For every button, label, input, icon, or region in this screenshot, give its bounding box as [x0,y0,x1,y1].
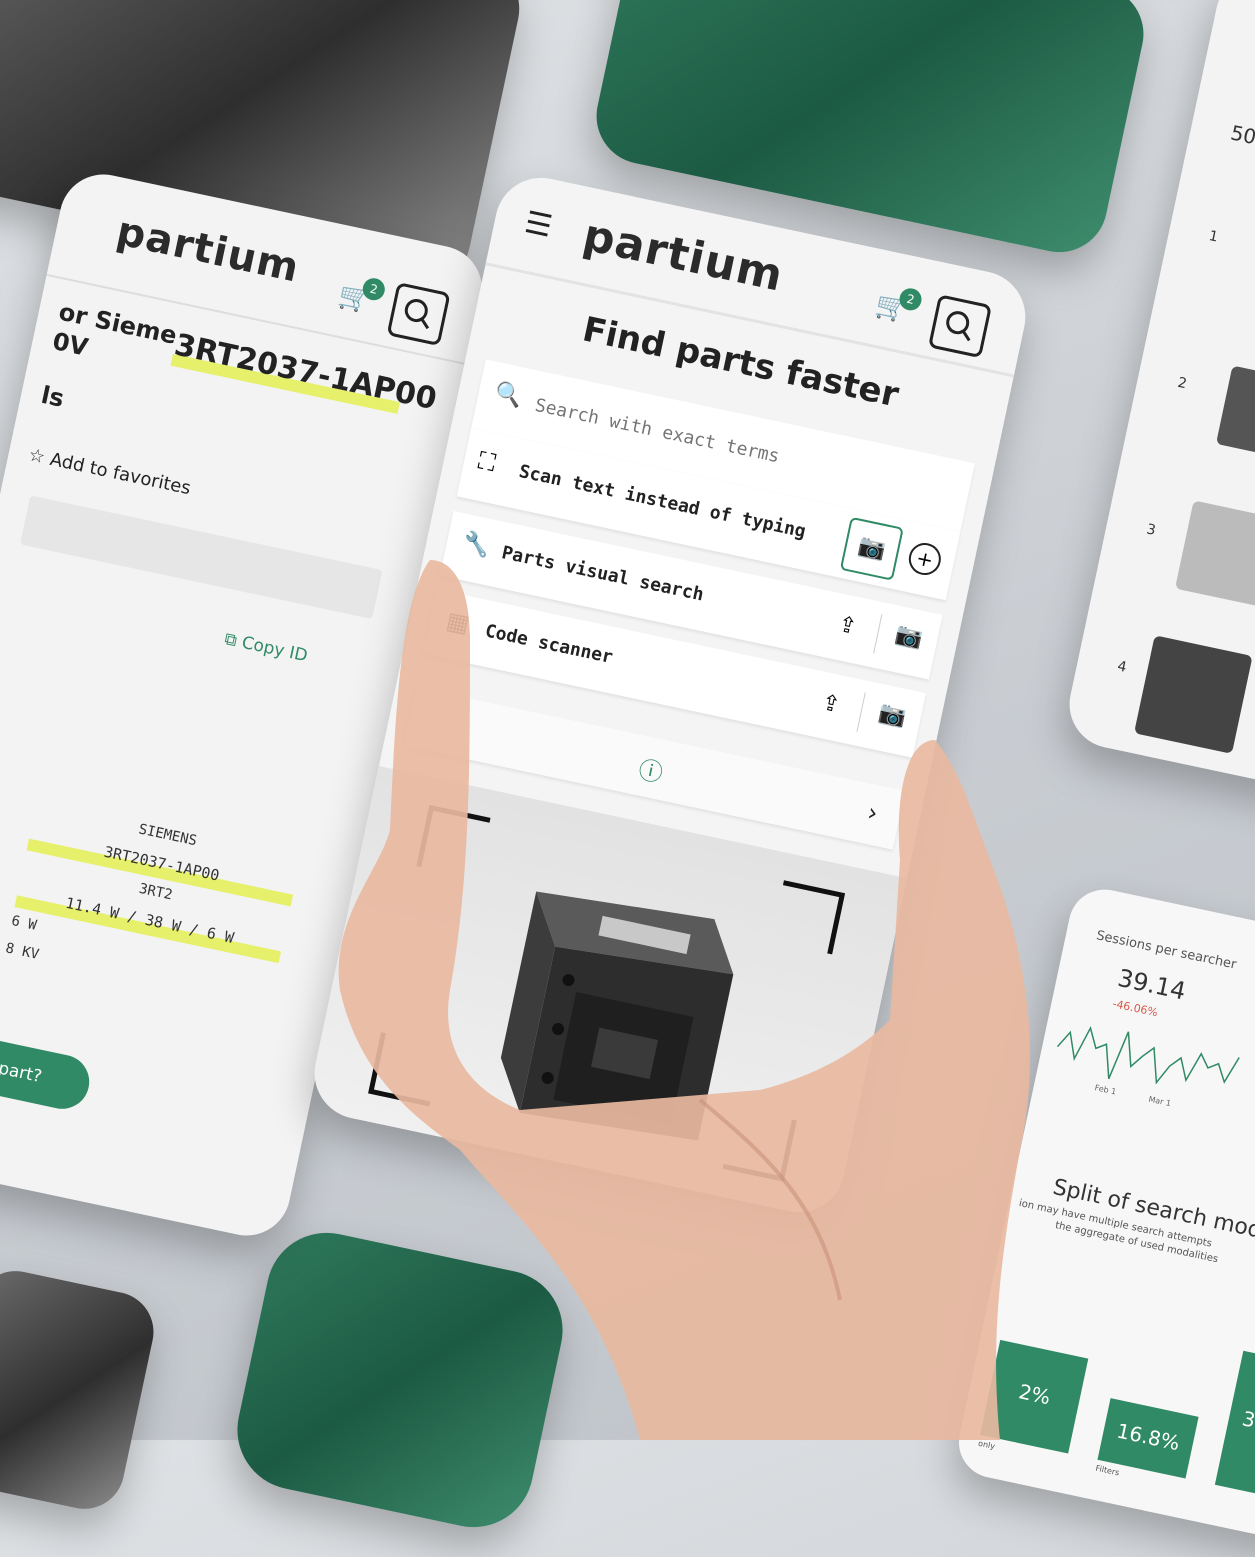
plus-icon: + [914,545,936,573]
chevron-right-icon[interactable]: › [865,798,880,827]
camera-icon[interactable]: 📷 [893,622,925,652]
rank-3: 3 [1144,521,1158,539]
analytics-dashboard: Sessions per searcher 39.14 -46.06% Feb … [952,882,1255,1557]
favorites-button[interactable]: ☆ Add to favorites [27,444,193,499]
wrench-icon: 🔧 [460,529,493,561]
result-image-4[interactable] [1133,635,1253,754]
find-part-cta-button[interactable]: d your part? [0,1019,95,1114]
sessions-change: -46.06% [1111,997,1159,1020]
rank-4: 4 [1115,658,1128,676]
product-title-line2: 0V [50,326,91,362]
magnifier-icon: 🔍 [492,380,525,411]
qr-code-icon: ▦ [443,606,472,639]
upload-icon[interactable]: ⇪ [836,612,859,640]
camera-button[interactable]: 📷 [839,516,904,581]
sessions-sparkline [1056,1026,1240,1085]
add-button[interactable]: + [905,540,944,578]
rank-2: 2 [1176,374,1189,393]
contactor-image [368,804,846,1182]
split-bar-1: 2% [980,1339,1089,1454]
split-bar-label-2: 16.8% [1114,1418,1183,1455]
upload-icon[interactable]: ⇪ [819,690,842,718]
spec-list: SIEMENS 3RT2037-1AP00 3RT2 11.4 W / 38 W… [3,794,303,1018]
camera-icon[interactable]: 📷 [876,700,908,730]
section-heading: ls [38,380,67,413]
sessions-label: Sessions per searcher [1094,928,1238,973]
camera-viewfinder[interactable] [306,766,908,1221]
brand-logo: partium [112,208,304,292]
scan-text-icon: ⛶ [475,446,499,478]
copy-id-button[interactable]: ⧉ Copy ID [223,629,310,666]
search-icon [404,299,430,330]
menu-icon[interactable]: ☰ [522,205,556,245]
split-bar-label-1: 2% [1016,1379,1053,1410]
search-button[interactable] [386,282,451,347]
results-header: 50 [1228,120,1255,150]
result-image-2[interactable] [1215,365,1255,461]
worker-photo-bottom-green [226,1221,574,1539]
info-icon: ⓘ [635,755,666,788]
sparkline-series [1056,1026,1240,1085]
camera-icon: 📷 [855,533,888,564]
code-scanner-label: Code scanner [483,620,615,669]
spark-tick-1: Feb 1 [1093,1083,1118,1097]
split-bar-3: 36.6% [1214,1350,1255,1504]
rank-1: 1 [1207,228,1220,246]
search-button[interactable] [927,294,993,359]
visual-search-label: Parts visual search [499,542,706,606]
result-image-3[interactable] [1174,500,1255,608]
search-icon [946,311,971,342]
split-bar-chart: 2% only 16.8% Filters 36.6% [961,1235,1255,1518]
worker-photo-bottom [0,1263,161,1517]
